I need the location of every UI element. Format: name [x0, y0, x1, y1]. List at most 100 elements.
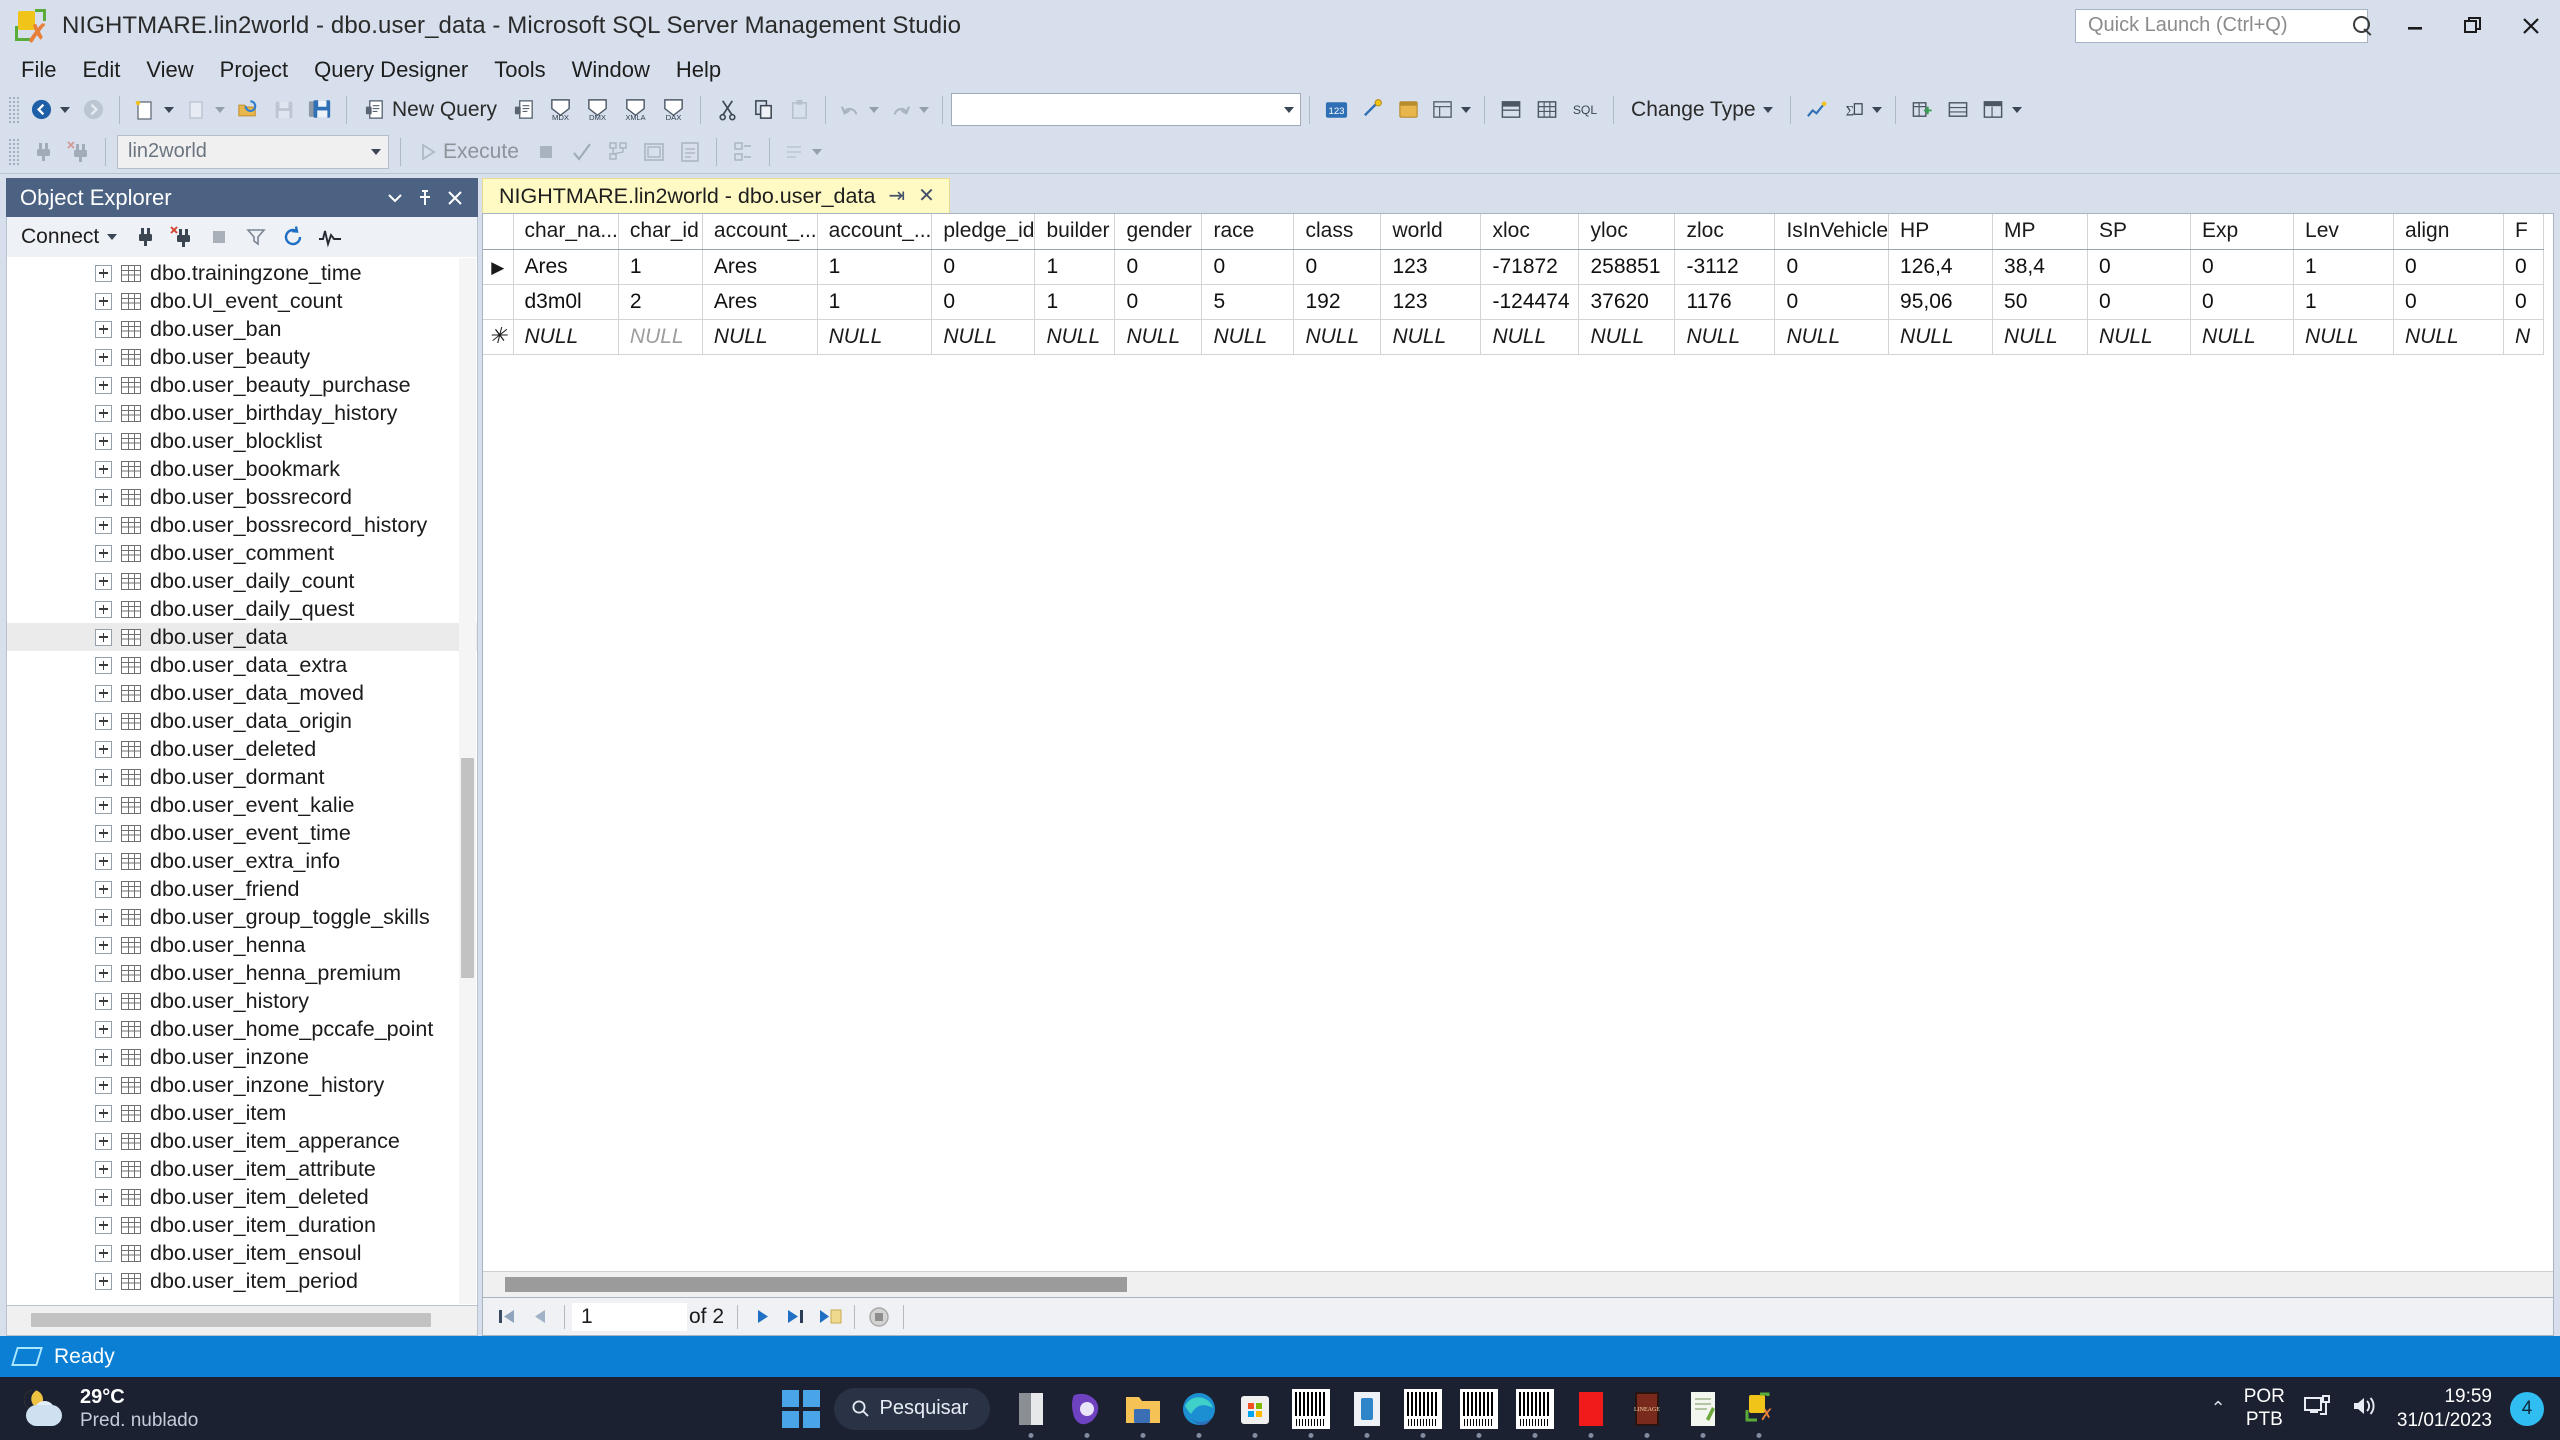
- expand-plus-icon[interactable]: [95, 1244, 112, 1262]
- table-cell[interactable]: 0: [931, 284, 1036, 320]
- column-header[interactable]: gender: [1114, 214, 1203, 250]
- table-cell[interactable]: 0: [2503, 249, 2545, 285]
- table-cell[interactable]: 123: [1380, 249, 1482, 285]
- tree-node[interactable]: dbo.user_item_deleted: [7, 1183, 477, 1211]
- expand-plus-icon[interactable]: [95, 656, 112, 674]
- column-header[interactable]: char_id: [618, 214, 703, 250]
- taskbar-app-meet[interactable]: [1064, 1386, 1110, 1438]
- new-xmla-query-button[interactable]: XMLA: [616, 92, 655, 128]
- taskbar-app-ssms[interactable]: ✗: [1736, 1386, 1782, 1438]
- stop-button[interactable]: [528, 134, 564, 170]
- volume-icon[interactable]: [2351, 1394, 2379, 1424]
- connect-button[interactable]: Connect: [13, 222, 125, 252]
- column-header[interactable]: HP: [1888, 214, 1994, 250]
- first-record-button[interactable]: [489, 1302, 523, 1332]
- table-cell[interactable]: NULL: [2393, 319, 2505, 355]
- expand-plus-icon[interactable]: [95, 1216, 112, 1234]
- chevron-down-icon[interactable]: [1871, 106, 1882, 113]
- taskbar-app-red[interactable]: [1568, 1386, 1614, 1438]
- chevron-down-icon[interactable]: [2011, 106, 2022, 113]
- undo-button[interactable]: [834, 92, 884, 128]
- table-cell[interactable]: 50: [1992, 284, 2089, 320]
- column-header[interactable]: zloc: [1674, 214, 1776, 250]
- table-row[interactable]: d3m0l 2 Ares 1 0 1 0 5 192 123 -124474 37620 1176 0 95…: [483, 284, 2545, 320]
- table-cell[interactable]: NULL: [1114, 319, 1203, 355]
- table-cell[interactable]: 0: [2190, 249, 2295, 285]
- expand-plus-icon[interactable]: [95, 1020, 112, 1038]
- object-explorer-tree[interactable]: dbo.trainingzone_time dbo.UI_event_count d…: [6, 257, 478, 1306]
- column-header[interactable]: IsInVehicle: [1774, 214, 1890, 250]
- expand-plus-icon[interactable]: [95, 376, 112, 394]
- column-header[interactable]: SP: [2087, 214, 2192, 250]
- tree-node[interactable]: dbo.user_bossrecord: [7, 483, 477, 511]
- expand-plus-icon[interactable]: [95, 404, 112, 422]
- menu-edit[interactable]: Edit: [69, 53, 133, 87]
- table-cell[interactable]: NULL: [618, 319, 703, 355]
- column-header[interactable]: align: [2393, 214, 2505, 250]
- table-cell[interactable]: 1: [1034, 249, 1116, 285]
- table-cell[interactable]: 38,4: [1992, 249, 2089, 285]
- column-header[interactable]: builder: [1034, 214, 1116, 250]
- disconnect-plug-icon[interactable]: [165, 222, 199, 252]
- pin-icon[interactable]: [410, 183, 440, 213]
- table-cell[interactable]: 95,06: [1888, 284, 1994, 320]
- panel-menu-chevron-down-icon[interactable]: [380, 183, 410, 213]
- table-cell[interactable]: NULL: [2293, 319, 2395, 355]
- chevron-down-icon[interactable]: [811, 148, 822, 155]
- expand-plus-icon[interactable]: [95, 460, 112, 478]
- table-cell[interactable]: NULL: [931, 319, 1036, 355]
- table-cell[interactable]: 126,4: [1888, 249, 1994, 285]
- table-cell[interactable]: 0: [2503, 284, 2545, 320]
- expand-plus-icon[interactable]: [95, 908, 112, 926]
- table-cell[interactable]: NULL: [702, 319, 818, 355]
- table-cell[interactable]: NULL: [1578, 319, 1676, 355]
- menu-tools[interactable]: Tools: [481, 53, 558, 87]
- table-properties-button[interactable]: [1940, 92, 1976, 128]
- column-header[interactable]: account_...: [817, 214, 933, 250]
- expand-plus-icon[interactable]: [95, 1160, 112, 1178]
- table-cell[interactable]: d3m0l: [513, 284, 619, 320]
- filter-icon[interactable]: [239, 222, 273, 252]
- table-cell[interactable]: 0: [2087, 249, 2192, 285]
- tree-node[interactable]: dbo.user_beauty: [7, 343, 477, 371]
- expand-plus-icon[interactable]: [95, 852, 112, 870]
- close-icon[interactable]: ✕: [918, 186, 935, 206]
- taskbar-app-lineage[interactable]: LINEAGE: [1624, 1386, 1670, 1438]
- taskbar-app-barcode-1[interactable]: [1288, 1386, 1334, 1438]
- table-cell[interactable]: NULL: [1293, 319, 1382, 355]
- table-cell[interactable]: 192: [1293, 284, 1382, 320]
- new-mdx-query-button[interactable]: MDX: [542, 92, 579, 128]
- column-header[interactable]: Exp: [2190, 214, 2295, 250]
- expand-plus-icon[interactable]: [95, 768, 112, 786]
- table-cell[interactable]: 1: [817, 249, 933, 285]
- expand-plus-icon[interactable]: [95, 516, 112, 534]
- taskbar-app-window[interactable]: [1344, 1386, 1390, 1438]
- tree-node[interactable]: dbo.user_blocklist: [7, 427, 477, 455]
- column-header[interactable]: char_na...: [513, 214, 619, 250]
- tree-node[interactable]: dbo.user_inzone: [7, 1043, 477, 1071]
- parse-button[interactable]: [564, 134, 600, 170]
- table-cell[interactable]: NULL: [817, 319, 933, 355]
- expand-plus-icon[interactable]: [95, 320, 112, 338]
- tree-node[interactable]: dbo.user_daily_quest: [7, 595, 477, 623]
- table-cell[interactable]: 1176: [1674, 284, 1776, 320]
- pin-icon[interactable]: ⇥: [888, 186, 905, 206]
- table-cell[interactable]: -3112: [1674, 249, 1776, 285]
- comment-lines-button[interactable]: [778, 134, 827, 170]
- new-analysis-query-button[interactable]: [506, 92, 542, 128]
- table-cell[interactable]: NULL: [2190, 319, 2295, 355]
- tree-node[interactable]: dbo.user_daily_count: [7, 567, 477, 595]
- tree-horizontal-scroll-thumb[interactable]: [31, 1313, 431, 1327]
- row-indicator[interactable]: [483, 284, 514, 320]
- tree-node[interactable]: dbo.user_dormant: [7, 763, 477, 791]
- chevron-down-icon[interactable]: [1461, 106, 1472, 113]
- results-to-grid-button[interactable]: [725, 134, 761, 170]
- restore-button[interactable]: [2444, 0, 2502, 51]
- open-project-button[interactable]: [179, 92, 230, 128]
- table-cell[interactable]: NULL: [1774, 319, 1890, 355]
- connect-button[interactable]: [25, 134, 61, 170]
- tree-node[interactable]: dbo.user_birthday_history: [7, 399, 477, 427]
- expand-plus-icon[interactable]: [95, 964, 112, 982]
- tree-node[interactable]: dbo.user_history: [7, 987, 477, 1015]
- tab-user-data[interactable]: NIGHTMARE.lin2world - dbo.user_data ⇥ ✕: [482, 178, 950, 213]
